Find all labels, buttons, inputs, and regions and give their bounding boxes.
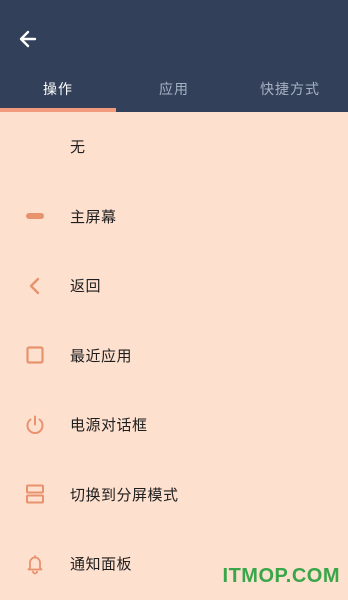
bell-icon <box>22 551 48 577</box>
list-item-label: 返回 <box>70 277 102 296</box>
list-item-notification-panel[interactable]: 通知面板 <box>0 529 348 599</box>
list-item-power-dialog[interactable]: 电源对话框 <box>0 390 348 460</box>
tab-shortcuts[interactable]: 快捷方式 <box>232 66 348 112</box>
list-item-label: 通知面板 <box>70 555 133 574</box>
power-icon <box>22 412 48 438</box>
app-window: 操作 应用 快捷方式 无 主屏幕 返回 最近应用 电源对话框 切换到分屏模式 通… <box>0 0 348 600</box>
list-item-none[interactable]: 无 <box>0 112 348 182</box>
tab-actions-label: 操作 <box>43 82 73 98</box>
split-screen-icon <box>22 481 48 507</box>
list-item-back[interactable]: 返回 <box>0 251 348 321</box>
tab-actions[interactable]: 操作 <box>0 66 116 112</box>
list-item-label: 切换到分屏模式 <box>70 485 179 504</box>
square-icon <box>22 342 48 368</box>
tab-apps-label: 应用 <box>159 82 189 98</box>
list-item-label: 无 <box>70 138 86 157</box>
list-item-label: 电源对话框 <box>70 416 148 435</box>
action-list: 无 主屏幕 返回 最近应用 电源对话框 切换到分屏模式 通知面板 <box>0 112 348 599</box>
tab-apps[interactable]: 应用 <box>116 66 232 112</box>
arrow-left-icon <box>19 30 37 48</box>
tab-shortcuts-label: 快捷方式 <box>260 82 320 98</box>
list-item-home[interactable]: 主屏幕 <box>0 182 348 252</box>
list-item-label: 最近应用 <box>70 346 133 365</box>
tab-bar: 操作 应用 快捷方式 <box>0 66 348 112</box>
back-button[interactable] <box>14 25 42 53</box>
chevron-left-icon <box>22 273 48 299</box>
top-app-bar: 操作 应用 快捷方式 <box>0 0 348 112</box>
home-bar-icon <box>22 203 48 229</box>
list-item-recent-apps[interactable]: 最近应用 <box>0 321 348 391</box>
list-item-label: 主屏幕 <box>70 207 117 226</box>
list-item-split-screen[interactable]: 切换到分屏模式 <box>0 460 348 530</box>
watermark-text: ITMOP.COM <box>222 565 340 587</box>
